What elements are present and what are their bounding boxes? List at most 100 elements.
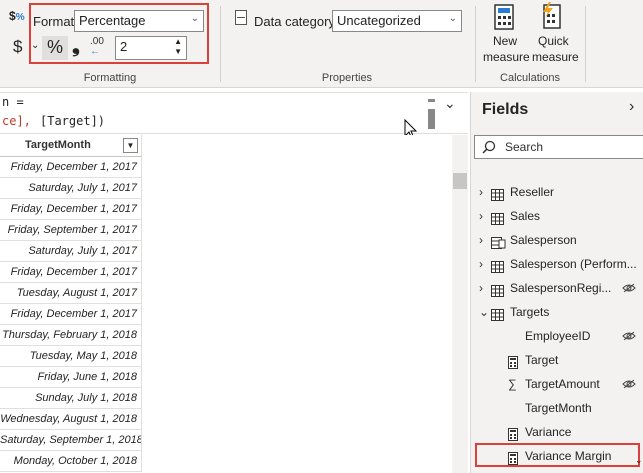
decimal-places-icon[interactable]: .00 ← [88, 36, 110, 60]
chevron-down-icon: ⌄ [448, 13, 457, 24]
quick-measure-label-1: Quick [538, 34, 569, 48]
formula-line-2-part-2: [Target]) [40, 114, 106, 128]
group-separator [585, 6, 586, 82]
chevron-right-icon[interactable]: › [479, 252, 483, 276]
table-row[interactable]: Sunday, July 1, 2018 [0, 388, 142, 409]
field-label: Sales [510, 209, 541, 223]
chevron-right-icon[interactable]: › [479, 228, 483, 252]
ribbon: $% Format Percentage ⌄ $ ⌄ % ❟ .00 ← 2 ▲… [0, 0, 643, 88]
data-category-dropdown[interactable]: Uncategorized ⌄ [332, 10, 462, 32]
format-label: Format [33, 14, 75, 29]
field-label: Salesperson [510, 233, 577, 247]
table-row[interactable]: Tuesday, August 1, 2017 [0, 283, 142, 304]
column-header-targetmonth[interactable]: TargetMonth ▼ [0, 135, 142, 157]
quick-measure-button[interactable]: Quick measure [530, 2, 580, 66]
table-row[interactable]: Friday, December 1, 2017 [0, 262, 142, 283]
data-category-icon-line [237, 17, 245, 18]
chevron-down-icon: ⌄ [190, 13, 199, 24]
field-item-reseller[interactable]: › Reseller [471, 180, 643, 204]
fields-title: Fields [482, 101, 529, 118]
field-item-salesperson-perform[interactable]: › Salesperson (Perform... [471, 252, 643, 276]
field-label: SalespersonRegi... [510, 281, 612, 295]
field-label: Reseller [510, 185, 555, 199]
field-item-target[interactable]: Target [471, 348, 643, 372]
calculator-icon [494, 4, 514, 30]
new-measure-label-2: measure [483, 50, 530, 64]
field-item-employeeid[interactable]: EmployeeID [471, 324, 643, 348]
field-item-variance[interactable]: Variance [471, 420, 643, 444]
table-row[interactable]: Tuesday, May 1, 2018 [0, 346, 142, 367]
field-item-salesperson[interactable]: › Salesperson [471, 228, 643, 252]
scrollbar-thumb[interactable] [453, 173, 467, 189]
format-dropdown[interactable]: Percentage ⌄ [74, 10, 204, 32]
field-label: Targets [510, 305, 550, 319]
vertical-scrollbar[interactable] [452, 135, 468, 473]
variance-margin-highlight-box [475, 443, 640, 467]
comma-style-button[interactable]: ❟ [72, 35, 80, 58]
percent-button[interactable]: % [42, 36, 68, 60]
field-label: Target [525, 353, 559, 367]
chevron-right-icon[interactable]: › [479, 276, 483, 300]
field-label: TargetAmount [525, 377, 600, 391]
currency-button[interactable]: $ [13, 37, 22, 57]
fields-pane: Fields › Search › Reseller › Sales › Salesper… [470, 92, 643, 473]
table-row[interactable]: Friday, June 1, 2018 [0, 367, 142, 388]
chevron-right-icon[interactable]: › [479, 204, 483, 228]
group-separator [475, 6, 476, 82]
table-row[interactable]: Monday, October 1, 2018 [0, 451, 142, 472]
table-row[interactable]: Saturday, September 1, 2018 [0, 430, 142, 451]
formula-bar[interactable]: n = ce], [Target]) ⌄ [0, 92, 468, 134]
field-item-salespersonregi[interactable]: › SalespersonRegi... [471, 276, 643, 300]
formula-line-2-part-1: ce], [2, 114, 31, 128]
format-painter-icon[interactable]: $% [9, 9, 25, 23]
calculations-group-label: Calculations [500, 72, 560, 84]
table-row[interactable]: Saturday, July 1, 2017 [0, 241, 142, 262]
table-row[interactable]: Friday, September 1, 2017 [0, 220, 142, 241]
field-label: TargetMonth [525, 401, 592, 415]
formula-expand-chevron-icon[interactable]: ⌄ [444, 95, 456, 112]
table-row[interactable]: Friday, December 1, 2017 [0, 157, 142, 178]
field-item-targets[interactable]: ⌄ Targets [471, 300, 643, 324]
group-separator [220, 6, 221, 82]
search-input[interactable]: Search [474, 135, 643, 159]
formula-line-1: n = [2, 95, 24, 109]
data-category-label: Data category [254, 14, 335, 29]
table-row[interactable]: Wednesday, August 1, 2018 [0, 409, 142, 430]
data-category-value: Uncategorized [337, 13, 421, 28]
field-label: Salesperson (Perform... [510, 257, 637, 271]
table-view: TargetMonth ▼ Friday, December 1, 2017 Sa… [0, 135, 468, 473]
stepper-down-icon[interactable]: ▼ [174, 47, 182, 56]
table-row[interactable]: Saturday, July 1, 2017 [0, 178, 142, 199]
formatting-group-label: Formatting [83, 72, 137, 84]
search-placeholder: Search [505, 140, 544, 154]
decimal-places-value: 2 [120, 39, 128, 54]
sigma-icon: ∑ [508, 377, 517, 391]
field-item-targetamount[interactable]: ∑ TargetAmount [471, 372, 643, 396]
decimal-places-stepper[interactable]: 2 ▲ ▼ [115, 36, 187, 60]
stepper-up-icon[interactable]: ▲ [174, 37, 182, 46]
field-item-targetmonth[interactable]: TargetMonth [471, 396, 643, 420]
collapse-pane-chevron-icon[interactable]: › [629, 98, 634, 116]
search-icon [482, 140, 496, 154]
new-measure-button[interactable]: New measure [480, 2, 530, 66]
percent-label: % [47, 37, 64, 57]
field-label: Variance [525, 425, 572, 439]
table-row[interactable]: Friday, December 1, 2017 [0, 199, 142, 220]
currency-chevron-icon[interactable]: ⌄ [31, 40, 39, 51]
column-header-label: TargetMonth [25, 139, 91, 151]
chevron-down-icon[interactable]: ⌄ [479, 300, 489, 324]
table-row[interactable]: Friday, December 1, 2017 [0, 304, 142, 325]
format-dropdown-value: Percentage [79, 13, 146, 28]
table-row[interactable]: Thursday, February 1, 2018 [0, 325, 142, 346]
column-filter-dropdown-icon[interactable]: ▼ [123, 138, 138, 153]
properties-group-label: Properties [321, 72, 373, 84]
formula-scroll-thumb[interactable] [428, 99, 435, 129]
scroll-down-icon[interactable]: ⌄ [635, 455, 643, 466]
new-measure-label-1: New [493, 34, 518, 48]
chevron-right-icon[interactable]: › [479, 180, 483, 204]
fields-scrollbar[interactable]: ⌄ [634, 170, 643, 470]
quick-measure-icon [543, 2, 561, 29]
field-label: EmployeeID [525, 329, 591, 343]
field-item-sales[interactable]: › Sales [471, 204, 643, 228]
arrow-left-icon: ← [90, 46, 100, 57]
